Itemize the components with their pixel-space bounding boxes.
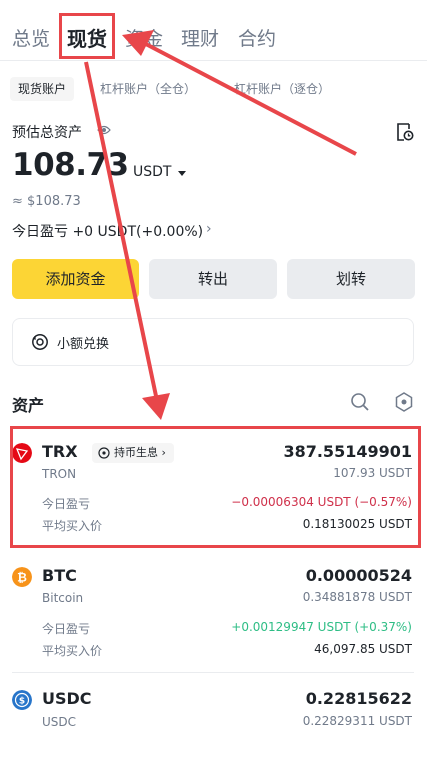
balance-approx-usd: ≈ $108.73 (12, 194, 81, 209)
settings-hex-icon[interactable] (395, 392, 413, 412)
tab-overview[interactable]: 总览 (12, 24, 50, 51)
coin-amount: 0.22815622 (305, 689, 412, 708)
coin-value: 0.34881878 USDT (302, 590, 412, 604)
chevron-right-icon[interactable]: › (206, 221, 212, 237)
assets-title: 资产 (12, 396, 45, 415)
caret-down-icon[interactable] (178, 171, 186, 176)
trx-row-highlight-box (10, 426, 421, 548)
sub-tab-cross-margin[interactable]: 杠杆账户（全仓） (100, 77, 196, 101)
svg-text:₿: ₿ (17, 571, 27, 585)
coin-avg-price: 46,097.85 USDT (314, 642, 412, 656)
transfer-button[interactable]: 划转 (287, 259, 415, 299)
convert-icon (32, 334, 48, 350)
nav-divider (0, 60, 427, 61)
history-icon[interactable] (396, 122, 414, 142)
asset-row-btc[interactable]: ₿ BTC Bitcoin 0.00000524 0.34881878 USDT… (12, 556, 414, 666)
estimated-balance-label: 预估总资产 (12, 125, 82, 141)
add-funds-button[interactable]: 添加资金 (12, 259, 139, 299)
coin-amount: 0.00000524 (305, 566, 412, 585)
pnl-label: 今日盈亏 (42, 622, 91, 636)
tab-futures[interactable]: 合约 (238, 24, 276, 51)
row-divider (12, 672, 414, 673)
sub-tab-spot-account[interactable]: 现货账户 (10, 77, 75, 101)
balance-unit-selector[interactable]: USDT (133, 164, 171, 180)
coin-name: Bitcoin (42, 591, 84, 605)
eye-icon[interactable] (97, 124, 111, 136)
tab-funding[interactable]: 资金 (125, 24, 163, 51)
svg-text:$: $ (19, 697, 25, 707)
small-exchange-label: 小额兑换 (57, 337, 110, 352)
btc-coin-icon: ₿ (12, 567, 32, 587)
coin-name: USDC (42, 715, 77, 729)
asset-row-usdc[interactable]: $ USDC USDC 0.22815622 0.22829311 USDT (12, 680, 414, 740)
total-balance: 108.73 (12, 147, 129, 183)
avg-price-label: 平均买入价 (42, 644, 103, 658)
coin-symbol: BTC (42, 566, 77, 585)
today-pnl[interactable]: 今日盈亏 +0 USDT(+0.00%) (12, 221, 203, 241)
coin-symbol: USDC (42, 689, 92, 708)
usdc-coin-icon: $ (12, 690, 32, 710)
small-exchange-card[interactable]: 小额兑换 (12, 318, 414, 366)
tab-earn[interactable]: 理财 (181, 24, 219, 51)
coin-pnl: +0.00129947 USDT (+0.37%) (231, 620, 412, 634)
coin-value: 0.22829311 USDT (302, 714, 412, 728)
search-icon[interactable] (350, 392, 370, 412)
sub-tab-isolated-margin[interactable]: 杠杆账户（逐仓） (234, 77, 330, 101)
withdraw-button[interactable]: 转出 (149, 259, 277, 299)
spot-tab-highlight-box (59, 13, 115, 59)
